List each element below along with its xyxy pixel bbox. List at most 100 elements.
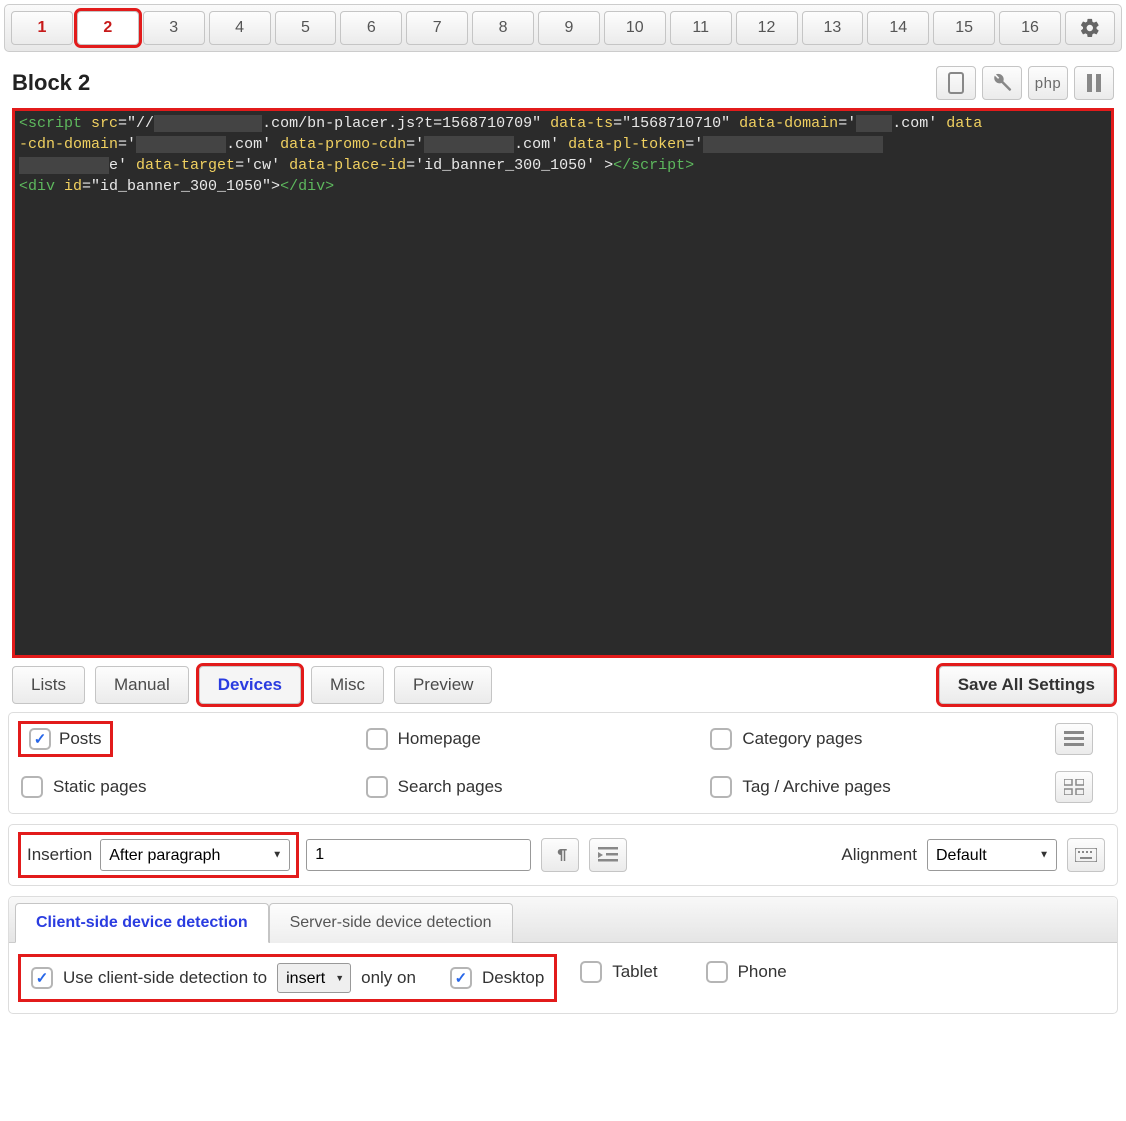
tab-label: 9 <box>564 19 573 37</box>
tab-14[interactable]: 14 <box>867 11 929 45</box>
category-checkbox[interactable] <box>710 728 732 750</box>
code-token: </script> <box>613 157 694 174</box>
pause-icon <box>1086 74 1102 92</box>
category-label: Category pages <box>742 729 862 749</box>
code-token: ='cw' <box>235 157 289 174</box>
tab-label: 3 <box>169 19 178 37</box>
alignment-select[interactable]: Default <box>927 839 1057 871</box>
tools-button[interactable] <box>982 66 1022 100</box>
lists-button[interactable]: Lists <box>12 666 85 704</box>
tab-8[interactable]: 8 <box>472 11 534 45</box>
devices-button[interactable]: Devices <box>199 666 301 704</box>
code-token: data <box>946 115 982 132</box>
client-detection-tab[interactable]: Client-side device detection <box>15 903 269 943</box>
homepage-checkbox[interactable] <box>366 728 388 750</box>
insertion-select[interactable]: After paragraph <box>100 839 290 871</box>
code-editor[interactable]: <script src="//████████████.com/bn-place… <box>12 108 1114 658</box>
gear-icon <box>1079 17 1101 39</box>
tab-7[interactable]: 7 <box>406 11 468 45</box>
search-checkbox[interactable] <box>366 776 388 798</box>
tab-3[interactable]: 3 <box>143 11 205 45</box>
options-toolbar: Lists Manual Devices Misc Preview Save A… <box>4 666 1122 712</box>
tag-label: Tag / Archive pages <box>742 777 890 797</box>
preview-button[interactable]: Preview <box>394 666 492 704</box>
server-detection-tab[interactable]: Server-side device detection <box>269 903 513 943</box>
device-preview-button[interactable] <box>936 66 976 100</box>
tablet-label: Tablet <box>612 962 657 982</box>
block-tabs: 1 2 3 4 5 6 7 8 9 10 11 12 13 14 15 16 <box>4 4 1122 52</box>
tab-15[interactable]: 15 <box>933 11 995 45</box>
wrench-icon <box>992 73 1012 93</box>
tab-5[interactable]: 5 <box>275 11 337 45</box>
code-token: =' <box>685 136 703 153</box>
code-token: =' <box>118 136 136 153</box>
tab-label: 7 <box>433 19 442 37</box>
paragraph-button[interactable] <box>541 838 579 872</box>
tab-4[interactable]: 4 <box>209 11 271 45</box>
tab-16[interactable]: 16 <box>999 11 1061 45</box>
tab-label: 1 <box>37 19 46 37</box>
tab-label: 15 <box>955 19 973 37</box>
code-token: <div <box>19 178 64 195</box>
code-token: id <box>64 178 82 195</box>
block-header: Block 2 php <box>4 62 1122 108</box>
tab-label: 8 <box>499 19 508 37</box>
code-token: ="// <box>118 115 154 132</box>
tab-12[interactable]: 12 <box>736 11 798 45</box>
search-label: Search pages <box>398 777 503 797</box>
detection-label-pre: Use client-side detection to <box>63 968 267 988</box>
tab-label: 2 <box>103 19 112 37</box>
list-view-button[interactable] <box>1055 723 1093 755</box>
code-token: e' <box>109 157 136 174</box>
page-types-panel: Posts Homepage Category pages Static pag… <box>8 712 1118 814</box>
indent-icon <box>598 847 618 863</box>
settings-tab[interactable] <box>1065 11 1115 45</box>
detection-action-select[interactable]: insert <box>277 963 351 993</box>
tab-label: 13 <box>824 19 842 37</box>
keyboard-button[interactable] <box>1067 838 1105 872</box>
save-all-button[interactable]: Save All Settings <box>939 666 1114 704</box>
code-token: ='id_banner_300_1050' > <box>406 157 613 174</box>
tab-1[interactable]: 1 <box>11 11 73 45</box>
tab-10[interactable]: 10 <box>604 11 666 45</box>
posts-label: Posts <box>59 729 102 749</box>
code-token: .com/bn-placer.js?t=1568710709" <box>262 115 550 132</box>
tab-label: 16 <box>1021 19 1039 37</box>
tab-13[interactable]: 13 <box>802 11 864 45</box>
indent-button[interactable] <box>589 838 627 872</box>
tab-9[interactable]: 9 <box>538 11 600 45</box>
tab-11[interactable]: 11 <box>670 11 732 45</box>
use-detection-checkbox[interactable] <box>31 967 53 989</box>
detection-tabs: Client-side device detection Server-side… <box>9 897 1117 943</box>
pilcrow-icon <box>551 846 569 864</box>
tab-2[interactable]: 2 <box>77 11 139 45</box>
redacted: ████████████ <box>154 115 262 132</box>
tag-checkbox[interactable] <box>710 776 732 798</box>
homepage-label: Homepage <box>398 729 481 749</box>
desktop-label: Desktop <box>482 968 544 988</box>
misc-button[interactable]: Misc <box>311 666 384 704</box>
tab-6[interactable]: 6 <box>340 11 402 45</box>
insertion-value-input[interactable] <box>306 839 531 871</box>
grid-view-button[interactable] <box>1055 771 1093 803</box>
code-token: .com' <box>892 115 946 132</box>
code-token: .com' <box>226 136 280 153</box>
static-checkbox[interactable] <box>21 776 43 798</box>
tab-label: 14 <box>889 19 907 37</box>
code-token: data-target <box>136 157 235 174</box>
tab-label: 10 <box>626 19 644 37</box>
pause-button[interactable] <box>1074 66 1114 100</box>
php-button[interactable]: php <box>1028 66 1068 100</box>
manual-button[interactable]: Manual <box>95 666 189 704</box>
code-token: data-domain <box>739 115 838 132</box>
code-token: =' <box>838 115 856 132</box>
posts-checkbox[interactable] <box>29 728 51 750</box>
phone-checkbox[interactable] <box>706 961 728 983</box>
keyboard-icon <box>1075 848 1097 862</box>
redacted: ████ <box>856 115 892 132</box>
desktop-checkbox[interactable] <box>450 967 472 989</box>
static-label: Static pages <box>53 777 147 797</box>
tab-label: 4 <box>235 19 244 37</box>
device-icon <box>948 72 964 94</box>
tablet-checkbox[interactable] <box>580 961 602 983</box>
